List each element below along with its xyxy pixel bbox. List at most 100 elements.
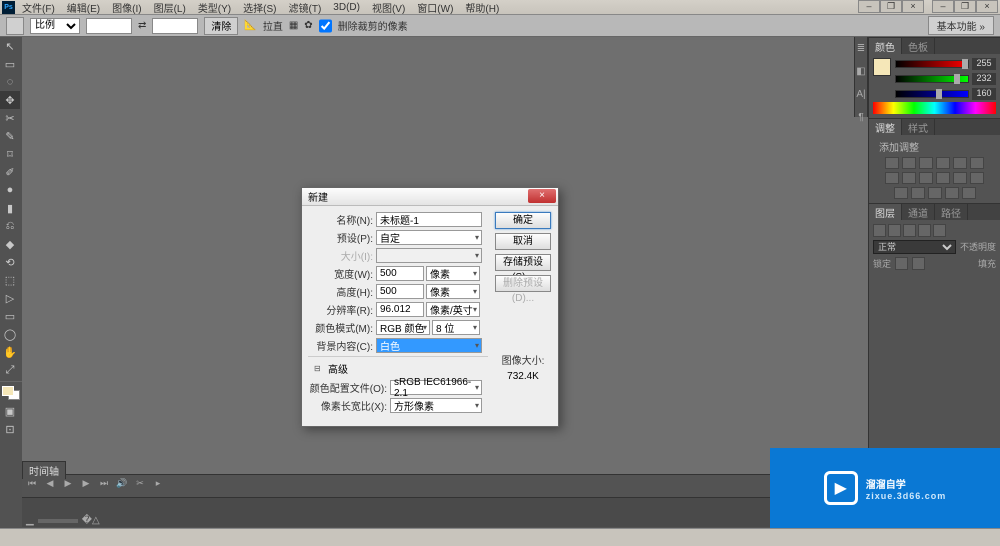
res-unit-select[interactable]: 像素/英寸 (426, 302, 480, 317)
delete-cropped-checkbox[interactable] (319, 18, 332, 34)
color-preview[interactable] (873, 58, 891, 76)
marquee-tool-icon[interactable]: ▭ (0, 55, 20, 73)
bg-select[interactable]: 白色 (376, 338, 482, 353)
width-unit-select[interactable]: 像素 (426, 266, 480, 281)
doc-restore-button[interactable]: ❐ (880, 0, 902, 13)
straighten-icon[interactable]: 📐 (244, 20, 256, 31)
doc-minimize-button[interactable]: – (858, 0, 880, 13)
adj-icon[interactable] (885, 172, 899, 184)
lock-icon[interactable] (895, 257, 908, 270)
tab-color[interactable]: 颜色 (869, 38, 902, 54)
split-icon[interactable]: ✂ (133, 478, 147, 492)
menu-select[interactable]: 选择(S) (239, 0, 280, 15)
filter-icon[interactable] (873, 224, 886, 237)
menu-file[interactable]: 文件(F) (18, 0, 59, 15)
character-icon[interactable]: A| (855, 89, 867, 100)
spectrum-picker[interactable] (873, 102, 996, 114)
adj-icon[interactable] (919, 172, 933, 184)
shape-tool-icon[interactable]: ◯ (0, 325, 20, 343)
zoom-in-icon[interactable]: �△ (82, 515, 100, 526)
swap-icon[interactable]: ⇄ (138, 20, 146, 31)
filter-icon[interactable] (888, 224, 901, 237)
zoom-tool-icon[interactable]: ⤢ (0, 361, 20, 379)
adj-icon[interactable] (970, 157, 984, 169)
color-swatch[interactable] (2, 386, 20, 400)
advanced-toggle[interactable]: ⊟高级 (314, 361, 488, 376)
menu-help[interactable]: 帮助(H) (461, 0, 503, 15)
stamp-tool-icon[interactable]: ✐ (0, 163, 20, 181)
r-slider[interactable] (895, 60, 969, 68)
tab-paths[interactable]: 路径 (935, 204, 968, 220)
tab-timeline[interactable]: 时间轴 (22, 461, 66, 479)
menu-type[interactable]: 类型(Y) (194, 0, 235, 15)
height-unit-select[interactable]: 像素 (426, 284, 480, 299)
adj-icon[interactable] (911, 187, 925, 199)
history-icon[interactable]: ≣ (855, 43, 867, 54)
blend-mode-select[interactable]: 正常 (873, 240, 956, 254)
menu-edit[interactable]: 编辑(E) (63, 0, 104, 15)
ok-button[interactable]: 确定 (495, 212, 551, 229)
aspect-select[interactable]: 方形像素 (390, 398, 482, 413)
adj-icon[interactable] (936, 172, 950, 184)
gradient-tool-icon[interactable]: ⎌ (0, 217, 20, 235)
healing-tool-icon[interactable]: ✎ (0, 127, 20, 145)
lasso-tool-icon[interactable]: ◌ (0, 73, 20, 91)
dodge-tool-icon[interactable]: ⟲ (0, 253, 20, 271)
mode-select[interactable]: RGB 颜色 (376, 320, 430, 335)
menu-3d[interactable]: 3D(D) (329, 2, 364, 13)
pen-tool-icon[interactable]: ⬚ (0, 271, 20, 289)
history-brush-tool-icon[interactable]: ● (0, 181, 20, 199)
adj-icon[interactable] (945, 187, 959, 199)
workspace-switcher[interactable]: 基本功能 » (928, 16, 994, 35)
first-frame-icon[interactable]: ⏮ (25, 478, 39, 492)
zoom-out-icon[interactable]: ▁ (26, 515, 34, 526)
active-tool-icon[interactable] (6, 17, 24, 35)
next-frame-icon[interactable]: ▶ (79, 478, 93, 492)
fg-color[interactable] (2, 386, 14, 396)
grid-icon[interactable]: ▦ (289, 20, 298, 31)
menu-filter[interactable]: 滤镜(T) (285, 0, 326, 15)
menu-view[interactable]: 视图(V) (368, 0, 409, 15)
adj-icon[interactable] (953, 157, 967, 169)
zoom-slider[interactable] (38, 519, 78, 523)
restore-button[interactable]: ❐ (954, 0, 976, 13)
type-tool-icon[interactable]: ▷ (0, 289, 20, 307)
eyedropper-tool-icon[interactable]: ✂ (0, 109, 20, 127)
g-value[interactable]: 232 (972, 73, 996, 85)
eraser-tool-icon[interactable]: ▮ (0, 199, 20, 217)
menu-image[interactable]: 图像(I) (108, 0, 145, 15)
ratio-h-input[interactable] (152, 18, 198, 34)
dialog-titlebar[interactable]: 新建 × (302, 188, 558, 206)
adj-icon[interactable] (902, 157, 916, 169)
paragraph-icon[interactable]: ¶ (855, 112, 867, 123)
minimize-button[interactable]: – (932, 0, 954, 13)
preset-select[interactable]: 自定 (376, 230, 482, 245)
b-value[interactable]: 160 (972, 88, 996, 100)
adj-icon[interactable] (919, 157, 933, 169)
res-input[interactable] (376, 302, 424, 317)
adj-icon[interactable] (953, 172, 967, 184)
crop-tool-icon[interactable]: ✥ (0, 91, 20, 109)
name-input[interactable] (376, 212, 482, 227)
transition-icon[interactable]: ▸ (151, 478, 165, 492)
width-input[interactable] (376, 266, 424, 281)
b-slider[interactable] (895, 90, 969, 98)
profile-select[interactable]: sRGB IEC61966-2.1 (390, 380, 482, 395)
audio-icon[interactable]: 🔊 (115, 478, 129, 492)
last-frame-icon[interactable]: ⏭ (97, 478, 111, 492)
menu-window[interactable]: 窗口(W) (413, 0, 457, 15)
adj-icon[interactable] (894, 187, 908, 199)
gear-icon[interactable]: ✿ (304, 20, 312, 31)
move-tool-icon[interactable]: ↖ (0, 37, 20, 55)
cancel-button[interactable]: 取消 (495, 233, 551, 250)
blur-tool-icon[interactable]: ◆ (0, 235, 20, 253)
filter-icon[interactable] (933, 224, 946, 237)
play-icon[interactable]: ▶ (61, 478, 75, 492)
brush-tool-icon[interactable]: ⌑ (0, 145, 20, 163)
tab-channels[interactable]: 通道 (902, 204, 935, 220)
screenmode-icon[interactable]: ⊡ (0, 420, 20, 438)
lock-icon[interactable] (912, 257, 925, 270)
height-input[interactable] (376, 284, 424, 299)
close-button[interactable]: × (976, 0, 998, 13)
doc-close-button[interactable]: × (902, 0, 924, 13)
